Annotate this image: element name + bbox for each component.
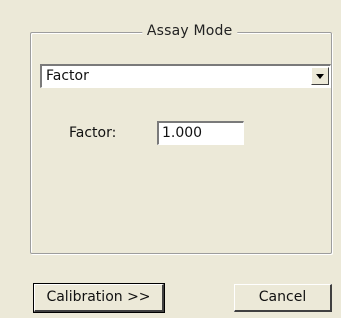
- chevron-down-icon: [316, 74, 324, 79]
- assay-mode-select-value: Factor: [46, 68, 89, 84]
- assay-mode-dialog: Assay Mode Factor Factor: 1.000 Calibrat…: [0, 0, 341, 318]
- calibration-button[interactable]: Calibration >>: [33, 283, 165, 313]
- factor-label: Factor:: [69, 125, 117, 141]
- cancel-button[interactable]: Cancel: [234, 284, 332, 312]
- group-title: Assay Mode: [141, 23, 238, 39]
- factor-input[interactable]: 1.000: [157, 121, 244, 145]
- dropdown-button[interactable]: [311, 67, 329, 85]
- assay-mode-select[interactable]: Factor: [40, 64, 331, 88]
